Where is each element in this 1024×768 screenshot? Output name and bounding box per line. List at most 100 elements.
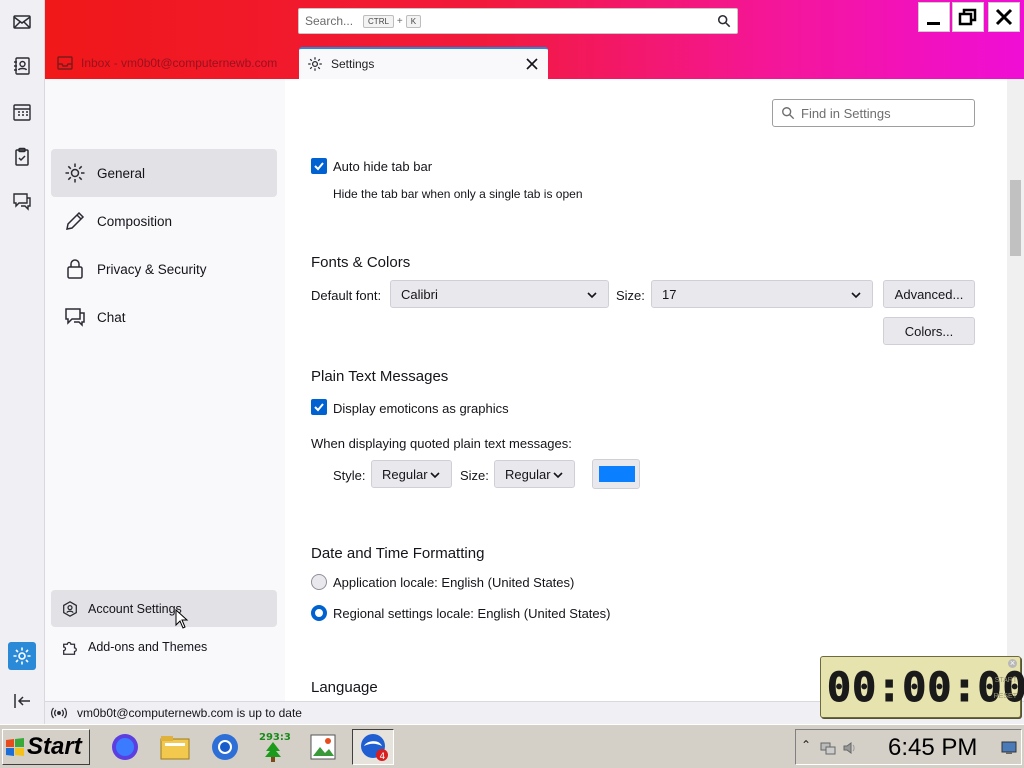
- spaces-toolbar: [0, 0, 45, 724]
- settings-scrollbar[interactable]: [1007, 79, 1024, 701]
- status-text: vm0b0t@computernewb.com is up to date: [77, 706, 302, 720]
- emoticons-label: Display emoticons as graphics: [333, 401, 509, 416]
- thunderbird-badge: 4: [380, 752, 386, 762]
- tab-inbox-label: Inbox - vm0b0t@computernewb.com: [81, 56, 278, 70]
- kbd-ctrl: CTRL: [363, 14, 394, 28]
- default-font-select[interactable]: Calibri: [390, 280, 609, 308]
- volume-icon[interactable]: [842, 740, 858, 756]
- taskbar-tree-app-icon[interactable]: 293:3: [252, 729, 294, 765]
- collapse-icon[interactable]: [8, 687, 36, 715]
- calendar-icon[interactable]: [8, 98, 36, 126]
- regional-locale-radio[interactable]: [311, 605, 327, 621]
- quote-color-swatch: [599, 466, 635, 482]
- settings-icon[interactable]: [8, 642, 36, 670]
- nav-chat[interactable]: Chat: [51, 293, 277, 341]
- tray-badge: 293:3: [259, 732, 291, 743]
- nav-account-settings[interactable]: Account Settings: [51, 590, 277, 627]
- auto-hide-label: Auto hide tab bar: [333, 159, 433, 174]
- language-heading: Language: [311, 679, 378, 696]
- search-icon[interactable]: [717, 14, 731, 28]
- fonts-colors-heading: Fonts & Colors: [311, 254, 411, 271]
- address-book-icon[interactable]: [8, 52, 36, 80]
- quote-size-value: Regular: [505, 466, 551, 482]
- plain-text-heading: Plain Text Messages: [311, 368, 449, 385]
- nav-addons-label: Add-ons and Themes: [88, 639, 208, 654]
- tab-settings[interactable]: Settings: [299, 47, 548, 79]
- tasks-icon[interactable]: [8, 143, 36, 171]
- app-locale-label: Application locale: English (United Stat…: [333, 575, 575, 590]
- chevron-down-icon: [587, 292, 597, 299]
- search-placeholder: Search...: [305, 14, 354, 28]
- quote-color-picker[interactable]: [592, 459, 640, 489]
- mouse-cursor-icon: [175, 609, 189, 629]
- taskbar-image-viewer-icon[interactable]: [302, 729, 344, 765]
- taskbar-browser-icon[interactable]: [104, 729, 146, 765]
- close-window-button[interactable]: [988, 2, 1020, 32]
- system-tray: ⌃ 6:45 PM: [795, 729, 1022, 765]
- kbd-plus: +: [396, 15, 403, 27]
- timer-reset-button[interactable]: RESET: [994, 693, 1017, 700]
- gear-icon: [65, 163, 85, 183]
- chat-icon[interactable]: [8, 187, 36, 215]
- timer-display: 00:00:00: [827, 665, 1024, 712]
- font-size-label: Size:: [616, 288, 645, 303]
- taskbar: Start 293:3 4 ⌃ 6:45 PM: [0, 724, 1024, 768]
- nav-general[interactable]: General: [51, 149, 277, 197]
- font-size-select[interactable]: 17: [651, 280, 873, 308]
- global-search-input[interactable]: Search... CTRL + K: [298, 8, 738, 34]
- find-settings-placeholder: Find in Settings: [801, 105, 891, 121]
- app-locale-radio[interactable]: [311, 574, 327, 590]
- nav-composition[interactable]: Composition: [51, 197, 277, 245]
- datetime-heading: Date and Time Formatting: [311, 545, 485, 562]
- mail-icon[interactable]: [8, 8, 36, 36]
- quote-style-label: Style:: [333, 468, 366, 483]
- show-desktop-icon[interactable]: [1001, 741, 1017, 755]
- nav-addons-themes[interactable]: Add-ons and Themes: [51, 628, 277, 665]
- quote-size-label: Size:: [460, 468, 489, 483]
- auto-hide-tab-bar-checkbox[interactable]: [311, 158, 327, 174]
- pencil-icon: [66, 211, 85, 230]
- regional-locale-label: Regional settings locale: English (Unite…: [333, 606, 611, 621]
- restore-button[interactable]: [952, 2, 984, 32]
- scrollbar-thumb[interactable]: [1010, 180, 1021, 256]
- advanced-fonts-button[interactable]: Advanced...: [883, 280, 975, 308]
- find-in-settings-input[interactable]: Find in Settings: [772, 99, 975, 127]
- taskbar-clock[interactable]: 6:45 PM: [888, 734, 977, 762]
- emoticons-checkbox[interactable]: [311, 399, 327, 415]
- nav-general-label: General: [97, 165, 146, 181]
- default-font-label: Default font:: [311, 288, 382, 303]
- nav-composition-label: Composition: [97, 213, 173, 229]
- timer-start-button[interactable]: START: [995, 677, 1017, 684]
- font-size-value: 17: [662, 286, 677, 302]
- settings-main: Find in Settings Auto hide tab bar Hide …: [285, 79, 1007, 701]
- quote-style-select[interactable]: Regular: [371, 460, 452, 488]
- titlebar: Search... CTRL + K ≡ Inbox - vm0b0t@comp…: [45, 0, 1024, 79]
- start-button[interactable]: Start: [2, 729, 90, 765]
- colors-button[interactable]: Colors...: [883, 317, 975, 345]
- start-label: Start: [27, 733, 82, 760]
- minimize-button[interactable]: [918, 2, 950, 32]
- gear-icon: [308, 57, 322, 71]
- nav-privacy-security[interactable]: Privacy & Security: [51, 245, 277, 293]
- windows-logo-icon: [6, 738, 24, 756]
- quote-size-select[interactable]: Regular: [494, 460, 575, 488]
- kbd-key: K: [405, 14, 422, 28]
- online-status-icon[interactable]: [51, 706, 67, 720]
- settings-nav: General Composition Privacy & Security C…: [45, 79, 285, 701]
- nav-privacy-label: Privacy & Security: [97, 261, 207, 277]
- auto-hide-description: Hide the tab bar when only a single tab …: [333, 187, 583, 201]
- nav-chat-label: Chat: [97, 309, 126, 325]
- network-icon[interactable]: [820, 740, 836, 756]
- tab-inbox[interactable]: Inbox - vm0b0t@computernewb.com: [45, 47, 297, 79]
- taskbar-chrome-icon[interactable]: [204, 729, 246, 765]
- tray-expand-icon[interactable]: ⌃: [801, 738, 811, 752]
- account-settings-icon: [63, 600, 77, 617]
- taskbar-thunderbird-icon[interactable]: 4: [352, 729, 394, 765]
- stopwatch-widget[interactable]: × 00:00:00 START RESET: [820, 656, 1024, 718]
- close-icon[interactable]: [524, 56, 540, 72]
- taskbar-file-explorer-icon[interactable]: [154, 729, 196, 765]
- quoted-text-label: When displaying quoted plain text messag…: [311, 436, 572, 451]
- nav-account-settings-label: Account Settings: [88, 601, 182, 616]
- lock-icon: [67, 259, 83, 279]
- inbox-icon: [57, 56, 73, 70]
